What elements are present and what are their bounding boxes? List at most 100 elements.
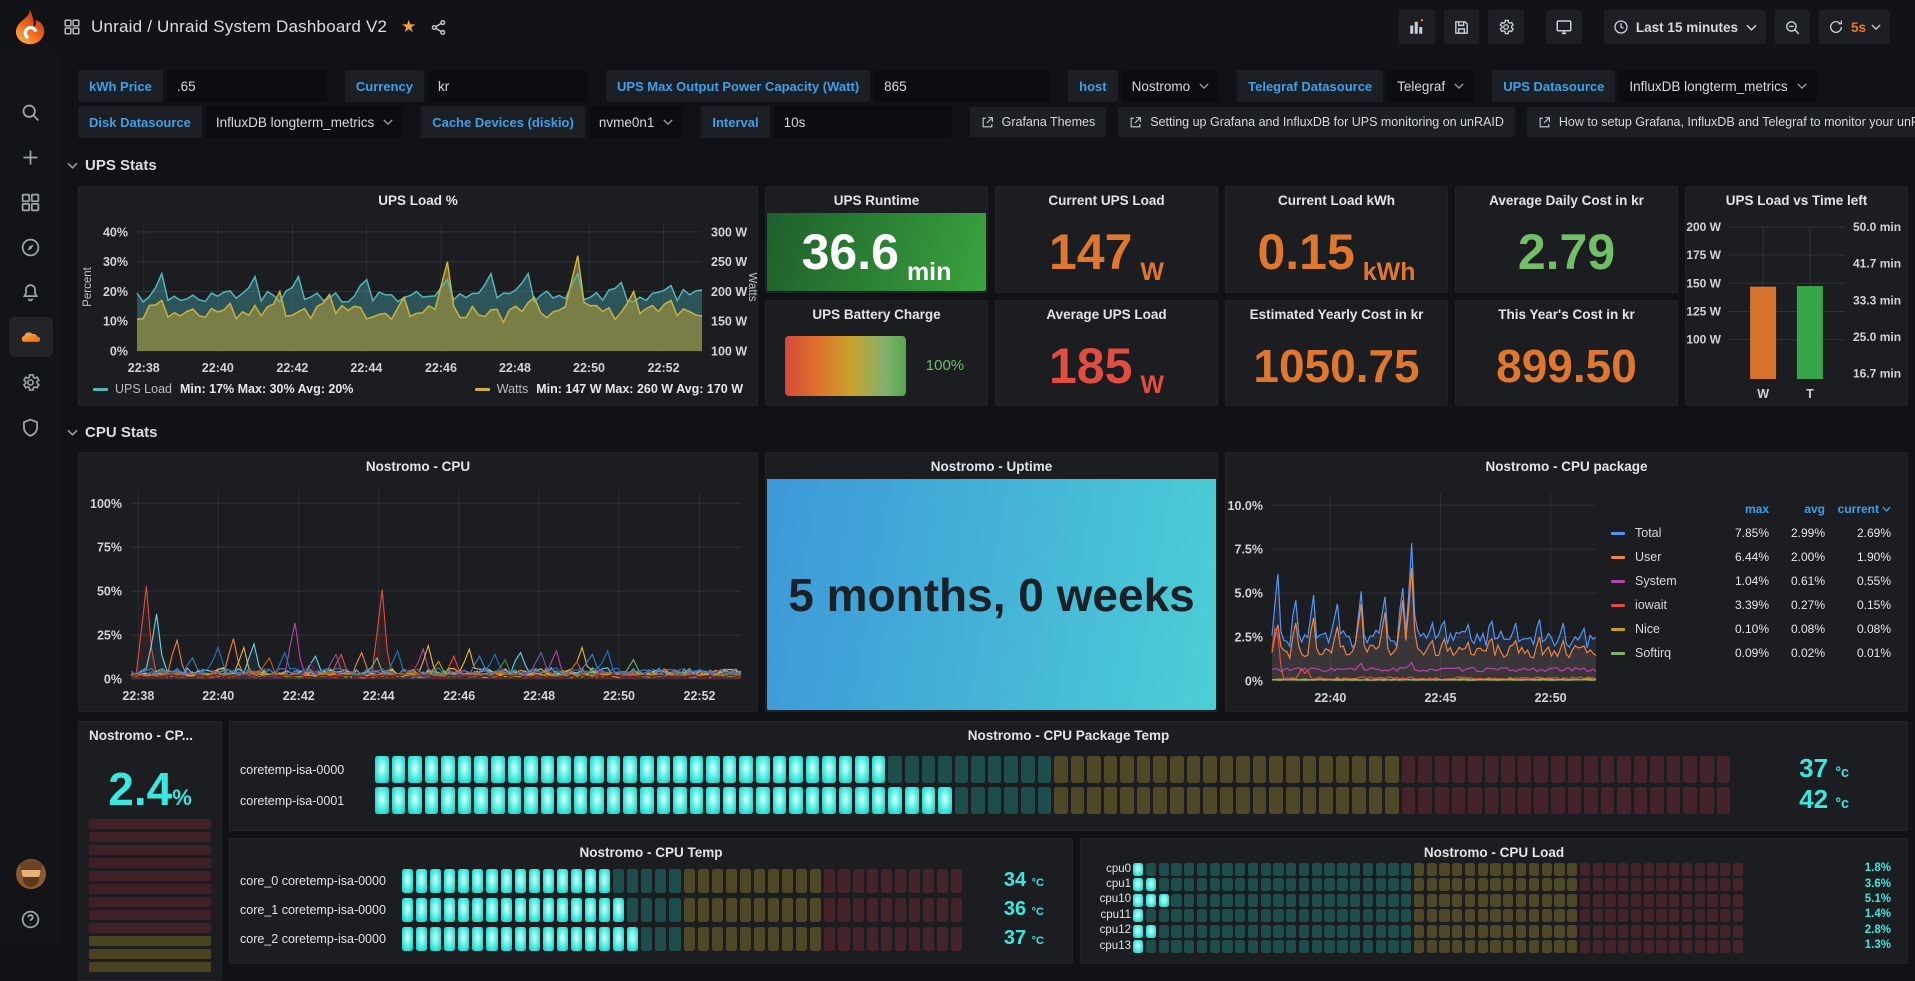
led-cell (1337, 878, 1347, 891)
panel-title[interactable]: Nostromo - CPU (79, 453, 757, 479)
time-range-picker[interactable]: Last 15 minutes (1604, 10, 1766, 44)
zoom-out-button[interactable] (1775, 10, 1810, 44)
share-icon[interactable] (430, 19, 447, 36)
led-cell (684, 869, 695, 893)
panel-title[interactable]: Nostromo - CPU package (1226, 453, 1907, 479)
legend-column-current[interactable]: current (1825, 502, 1891, 516)
legend-item[interactable]: WattsMin: 147 W Max: 260 W Avg: 170 W (475, 382, 743, 396)
led-row (1133, 925, 1743, 938)
led-cell (1312, 894, 1322, 907)
variable-select[interactable]: InfluxDB longterm_metrics (1619, 70, 1816, 102)
panel-ups-load-vs-time-left: UPS Load vs Time left 200 W175 W150 W125… (1685, 186, 1908, 406)
led-cell (574, 787, 588, 814)
unraid-cloud-icon[interactable] (9, 317, 53, 357)
led-cell (698, 869, 709, 893)
variable-select[interactable]: Telegraf (1387, 70, 1474, 102)
led-cell (1529, 878, 1539, 891)
led-cell (1542, 909, 1552, 922)
led-cell (1707, 894, 1717, 907)
row-header-cpu-stats[interactable]: CPU Stats (67, 424, 158, 441)
variable-input[interactable]: 865 (874, 70, 1050, 102)
panel-title[interactable]: Average UPS Load (996, 301, 1217, 327)
gauge-cell (89, 832, 211, 842)
panel-title[interactable]: Current UPS Load (996, 187, 1217, 213)
add-icon[interactable] (9, 137, 53, 177)
svg-text:41.7 min: 41.7 min (1853, 257, 1901, 271)
dashboard-link[interactable]: How to setup Grafana, InfluxDB and Teleg… (1527, 107, 1915, 137)
panel-title[interactable]: Current Load kWh (1226, 187, 1447, 213)
led-cell (541, 787, 555, 814)
svg-text:33.3 min: 33.3 min (1853, 294, 1901, 308)
dashboards-icon[interactable] (9, 182, 53, 222)
panel-title[interactable]: UPS Battery Charge (766, 301, 987, 327)
dashboard-settings-button[interactable] (1488, 10, 1524, 44)
led-cell (1203, 756, 1217, 783)
legend-value-avg: 0.61% (1769, 574, 1825, 588)
favorite-star-icon[interactable]: ★ (401, 17, 416, 37)
led-cell (1427, 878, 1437, 891)
led-cell (1299, 925, 1309, 938)
panel-title[interactable]: UPS Runtime (766, 187, 987, 213)
legend-item[interactable]: UPS LoadMin: 17% Max: 30% Avg: 20% (93, 382, 353, 396)
led-cell (1468, 756, 1482, 783)
legend-column-avg[interactable]: avg (1769, 502, 1825, 516)
panel-title[interactable]: UPS Load vs Time left (1686, 187, 1907, 213)
legend-series-name[interactable]: Softirq (1635, 646, 1705, 660)
led-cell (1286, 787, 1300, 814)
svg-text:30%: 30% (103, 255, 128, 269)
led-cell (690, 787, 704, 814)
legend-series-name[interactable]: Total (1635, 526, 1705, 540)
help-icon[interactable] (9, 899, 53, 939)
stat-unit: W (1140, 371, 1164, 404)
configuration-gear-icon[interactable] (9, 362, 53, 402)
user-avatar[interactable] (9, 854, 53, 894)
dashboard-link[interactable]: Grafana Themes (970, 107, 1107, 137)
led-cell (1171, 878, 1181, 891)
legend-series-name[interactable]: Nice (1635, 622, 1705, 636)
alerting-bell-icon[interactable] (9, 272, 53, 312)
search-icon[interactable] (9, 92, 53, 132)
variable-label: kWh Price (78, 70, 163, 102)
grafana-logo-icon[interactable] (11, 8, 49, 46)
legend-series-name[interactable]: System (1635, 574, 1705, 588)
legend-value-avg: 0.08% (1769, 622, 1825, 636)
variable-select[interactable]: nvme0n1 (589, 106, 684, 138)
cycle-view-mode-button[interactable] (1546, 10, 1582, 44)
panel-title[interactable]: Nostromo - CPU Package Temp (230, 722, 1907, 748)
add-panel-button[interactable] (1399, 10, 1435, 44)
led-cell (1656, 894, 1666, 907)
panel-title[interactable]: Estimated Yearly Cost in kr (1226, 301, 1447, 327)
panel-title[interactable]: UPS Load % (79, 187, 757, 213)
led-cell (1004, 787, 1018, 814)
variable-input[interactable]: .65 (167, 70, 327, 102)
panel-title[interactable]: Average Daily Cost in kr (1456, 187, 1677, 213)
dashboard-title[interactable]: Unraid / Unraid System Dashboard V2 (91, 17, 387, 37)
led-cell (1490, 925, 1500, 938)
panel-title[interactable]: Nostromo - CP... (79, 722, 221, 748)
panel-title[interactable]: This Year's Cost in kr (1456, 301, 1677, 327)
row-header-ups-stats[interactable]: UPS Stats (67, 157, 157, 174)
panel-title[interactable]: Nostromo - CPU Load (1081, 839, 1907, 865)
legend-series-name[interactable]: User (1635, 550, 1705, 564)
led-cell (1656, 909, 1666, 922)
legend-series-name[interactable]: iowait (1635, 598, 1705, 612)
variable-select[interactable]: InfluxDB longterm_metrics (206, 106, 403, 138)
panel-title[interactable]: Nostromo - Uptime (766, 453, 1217, 479)
led-cell (806, 787, 820, 814)
refresh-button[interactable]: 5s (1819, 10, 1890, 44)
legend-column-max[interactable]: max (1705, 502, 1769, 516)
variable-input[interactable]: kr (428, 70, 588, 102)
variable-input[interactable]: 10s (774, 106, 952, 138)
led-cell (1695, 863, 1705, 876)
explore-compass-icon[interactable] (9, 227, 53, 267)
server-admin-shield-icon[interactable] (9, 407, 53, 447)
led-cell (723, 756, 737, 783)
dashboard-link[interactable]: Setting up Grafana and InfluxDB for UPS … (1118, 107, 1515, 137)
left-sidebar (0, 54, 61, 947)
panel-title[interactable]: Nostromo - CPU Temp (230, 839, 1072, 865)
save-dashboard-button[interactable] (1444, 10, 1479, 44)
variable-select[interactable]: Nostromo (1122, 70, 1220, 102)
led-row (1133, 878, 1743, 891)
svg-text:16.7 min: 16.7 min (1853, 367, 1901, 381)
led-cell (1363, 925, 1373, 938)
